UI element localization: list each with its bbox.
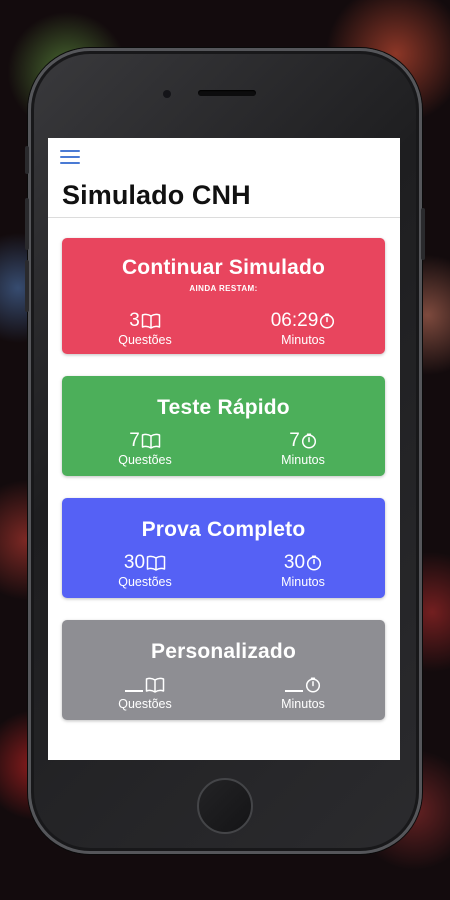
minutes-stat: 06:29 Minutos [248,310,358,347]
timer-icon [319,313,335,329]
minutes-value: 7 [289,430,300,451]
card-title: Teste Rápido [157,396,290,419]
questions-blank[interactable] [125,678,143,692]
minutes-stat: 7 Minutos [248,430,358,467]
minutes-stat: Minutos [248,674,358,711]
minutes-blank[interactable] [285,678,303,692]
minutes-value: 06:29 [270,310,319,331]
continuar-simulado-card[interactable]: Continuar Simulado AINDA RESTAM: 3 Quest… [62,238,385,354]
questions-label: Questões [118,575,172,589]
questions-stat: 30 Questões [90,552,200,589]
app-screen: Simulado CNH Continuar Simulado AINDA RE… [48,138,400,760]
phone-side-button [421,208,425,260]
card-subtitle: AINDA RESTAM: [189,284,258,293]
phone-side-button [25,260,29,312]
questions-value: 7 [129,430,140,451]
phone-side-button [25,146,29,174]
questions-value: 30 [123,552,146,573]
questions-stat: Questões [90,674,200,711]
minutes-label: Minutos [281,333,325,347]
questions-label: Questões [118,333,172,347]
timer-icon [305,677,321,693]
header-divider [48,217,400,218]
phone-side-button [25,198,29,250]
questions-value: 3 [129,310,140,331]
front-camera [163,90,171,98]
minutes-label: Minutos [281,697,325,711]
earpiece-speaker [198,90,256,96]
card-title: Personalizado [151,640,296,663]
minutes-label: Minutos [281,453,325,467]
page-title: Simulado CNH [62,180,251,210]
questions-label: Questões [118,697,172,711]
questions-label: Questões [118,453,172,467]
home-button[interactable] [197,778,253,834]
minutes-value: 30 [283,552,306,573]
card-title: Continuar Simulado [121,256,326,279]
book-icon [146,555,166,571]
questions-stat: 7 Questões [90,430,200,467]
book-icon [145,677,165,693]
timer-icon [306,555,322,571]
minutes-label: Minutos [281,575,325,589]
teste-rapido-card[interactable]: Teste Rápido 7 Questões 7 Minutos [62,376,385,476]
book-icon [141,433,161,449]
card-title: Prova Completo [141,518,306,541]
timer-icon [301,433,317,449]
personalizado-card[interactable]: Personalizado Questões Minutos [62,620,385,720]
book-icon [141,313,161,329]
minutes-stat: 30 Minutos [248,552,358,589]
questions-stat: 3 Questões [90,310,200,347]
hamburger-menu-icon[interactable] [60,150,80,164]
prova-completo-card[interactable]: Prova Completo 30 Questões 30 Minutos [62,498,385,598]
